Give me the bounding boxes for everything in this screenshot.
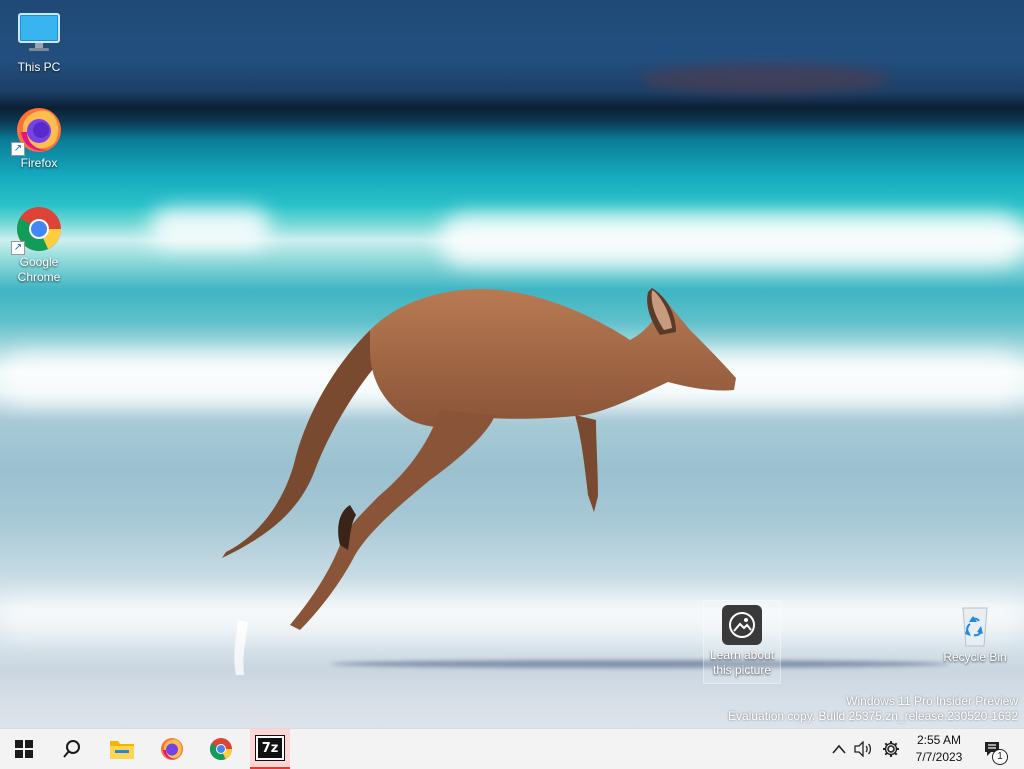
7zip-icon-label: 7z	[261, 740, 279, 756]
desktop-icon-label: Recycle Bin	[943, 650, 1007, 664]
windows-start-icon	[15, 740, 33, 758]
start-button[interactable]	[0, 729, 48, 769]
watermark-edition: Windows 11 Pro Insider Preview	[846, 694, 1018, 708]
desktop-icon-this-pc[interactable]: This PC	[1, 10, 77, 75]
folder-icon	[110, 741, 134, 759]
watermark-build: Evaluation copy. Build 25375.zn_release.…	[728, 709, 1018, 723]
desktop-icon-label: This PC	[17, 60, 61, 74]
chrome-icon	[210, 738, 232, 760]
taskbar-7zip[interactable]: 7z	[250, 729, 290, 769]
gear-icon	[883, 741, 899, 757]
taskbar: 7z 2:55 AM 7/7/2023 1	[0, 728, 1024, 769]
speaker-icon	[854, 741, 872, 757]
show-hidden-icons-button[interactable]	[828, 729, 850, 769]
desktop-icon-chrome[interactable]: ↗ Google Chrome	[1, 205, 77, 285]
clock-time: 2:55 AM	[916, 733, 962, 747]
chrome-icon: ↗	[11, 205, 63, 255]
firefox-icon: ↗	[11, 106, 63, 156]
settings-button[interactable]	[878, 729, 904, 769]
notification-count-badge: 1	[992, 749, 1008, 765]
notification-center-button[interactable]: 1	[978, 729, 1008, 769]
monitor-icon	[15, 10, 63, 58]
recycle-bin-icon	[951, 604, 999, 648]
taskbar-firefox[interactable]	[148, 729, 196, 769]
taskbar-chrome[interactable]	[197, 729, 245, 769]
desktop-wallpaper: This PC ↗ Firefox ↗ Google Chrome Learn …	[0, 0, 1024, 728]
taskbar-file-explorer[interactable]	[98, 729, 146, 769]
clock-date: 7/7/2023	[915, 750, 963, 764]
image-info-icon	[722, 605, 762, 645]
clock[interactable]: 2:55 AM 7/7/2023	[908, 732, 970, 766]
desktop-icon-label: Firefox	[20, 156, 58, 170]
volume-button[interactable]	[852, 729, 874, 769]
windows-watermark: Windows 11 Pro Insider Preview Evaluatio…	[728, 694, 1018, 724]
shortcut-arrow-icon: ↗	[11, 142, 25, 156]
desktop-icon-firefox[interactable]: ↗ Firefox	[1, 106, 77, 171]
7zip-icon: 7z	[255, 735, 285, 761]
firefox-icon	[161, 738, 183, 760]
chevron-up-icon	[832, 744, 846, 754]
desktop-icon-recycle-bin[interactable]: Recycle Bin	[937, 604, 1013, 665]
desktop-icon-label: Google Chrome	[17, 255, 61, 284]
search-icon	[63, 740, 80, 758]
desktop-icon-label: Learn about this picture	[709, 648, 775, 677]
search-button[interactable]	[48, 729, 96, 769]
kangaroo-illustration	[222, 288, 736, 675]
desktop-icon-learn-about-picture[interactable]: Learn about this picture	[703, 600, 781, 684]
shortcut-arrow-icon: ↗	[11, 241, 25, 255]
